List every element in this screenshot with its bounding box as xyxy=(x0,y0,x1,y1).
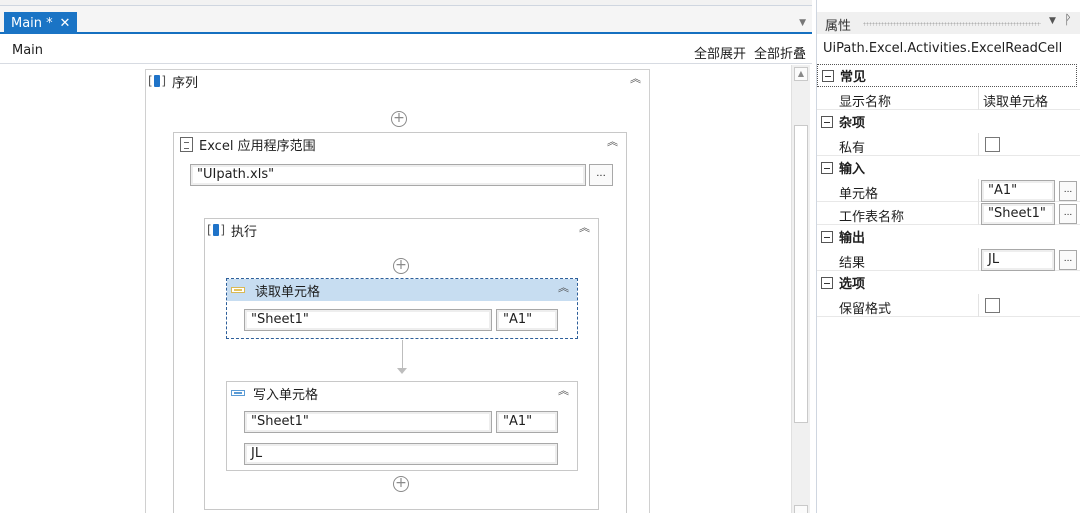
property-name: 工作表名称 xyxy=(839,210,905,225)
tab-main[interactable]: Main * ✕ xyxy=(4,12,77,34)
properties-pane: 属性 ▼ ᚹ UiPath.Excel.Activities.ExcelRead… xyxy=(816,0,1080,513)
collapse-all-button[interactable]: 全部折叠 xyxy=(754,43,806,62)
property-name: 单元格 xyxy=(839,187,879,202)
result-ellipsis-button[interactable]: ... xyxy=(1059,250,1077,270)
activity-class-name: UiPath.Excel.Activities.ExcelReadCell xyxy=(823,41,1063,56)
property-row-preserve-format: 保留格式 xyxy=(817,294,1080,317)
document-tab-bar: Main * ✕ ▼ xyxy=(0,6,812,34)
category-output-label: 输出 xyxy=(839,231,866,246)
category-output[interactable]: 输出 xyxy=(817,225,1077,248)
workbook-path-input[interactable]: "UIpath.xls" xyxy=(190,164,586,186)
collapse-icon[interactable] xyxy=(558,282,569,293)
result-property-input[interactable]: JL xyxy=(981,249,1055,271)
close-icon[interactable]: ✕ xyxy=(57,16,73,31)
scroll-down-icon[interactable] xyxy=(794,505,808,513)
category-options-label: 选项 xyxy=(839,277,866,292)
sheet-name-ellipsis-button[interactable]: ... xyxy=(1059,204,1077,224)
tab-main-label: Main * xyxy=(11,15,53,31)
read-cell-title: 读取单元格 xyxy=(255,284,321,300)
read-cell-header[interactable]: 读取单元格 xyxy=(227,279,577,301)
property-name: 保留格式 xyxy=(839,302,892,317)
excel-scope-header[interactable]: Excel 应用程序范围 xyxy=(174,133,626,155)
read-cell-activity[interactable]: 读取单元格 "Sheet1" "A1" xyxy=(226,278,578,339)
property-name: 私有 xyxy=(839,141,866,156)
sequence-title: 序列 xyxy=(172,75,199,91)
property-row-sheet-name: 工作表名称 "Sheet1" ... xyxy=(817,202,1080,225)
write-cell-title: 写入单元格 xyxy=(253,387,319,403)
collapse-icon[interactable] xyxy=(558,385,569,396)
sequence-icon: [] xyxy=(207,223,225,237)
category-options[interactable]: 选项 xyxy=(817,271,1077,294)
designer-canvas: [] 序列 + Excel 应用程序范围 "UIpath.xls" ... xyxy=(5,65,790,513)
designer-vertical-scrollbar[interactable]: ▲ xyxy=(791,65,810,513)
scroll-up-icon[interactable]: ▲ xyxy=(794,67,808,81)
collapse-icon[interactable] xyxy=(630,73,641,84)
write-cell-icon xyxy=(231,390,245,396)
excel-scope-icon xyxy=(180,136,193,152)
property-name: 结果 xyxy=(839,256,866,271)
add-activity-plus-icon[interactable]: + xyxy=(393,476,409,492)
write-cell-header[interactable]: 写入单元格 xyxy=(227,382,577,404)
browse-workbook-button[interactable]: ... xyxy=(589,164,613,186)
expand-all-button[interactable]: 全部展开 xyxy=(694,43,746,62)
execute-activity[interactable]: [] 执行 + 读取单元格 "Sheet1" xyxy=(204,218,599,510)
execute-header[interactable]: [] 执行 xyxy=(205,219,598,241)
write-cell-activity[interactable]: 写入单元格 "Sheet1" "A1" JL xyxy=(226,381,578,471)
collapse-icon[interactable] xyxy=(607,136,618,147)
write-cell-sheet-input[interactable]: "Sheet1" xyxy=(244,411,492,433)
excel-scope-title: Excel 应用程序范围 xyxy=(199,138,316,154)
read-cell-sheet-input[interactable]: "Sheet1" xyxy=(244,309,492,331)
chevron-down-icon[interactable]: ▼ xyxy=(1049,16,1056,26)
display-name-value[interactable]: 读取单元格 xyxy=(983,91,1048,110)
breadcrumb-bar: Main 全部展开 全部折叠 xyxy=(0,36,812,64)
pin-icon[interactable]: ᚹ xyxy=(1064,13,1072,28)
excel-scope-activity[interactable]: Excel 应用程序范围 "UIpath.xls" ... [] 执行 + xyxy=(173,132,627,513)
write-cell-cell-input[interactable]: "A1" xyxy=(496,411,558,433)
read-cell-icon xyxy=(231,287,245,293)
add-activity-plus-icon[interactable]: + xyxy=(393,258,409,274)
collapse-icon[interactable] xyxy=(579,222,590,233)
category-common[interactable]: 常见 xyxy=(817,64,1077,87)
collapse-category-icon[interactable] xyxy=(821,230,833,243)
read-cell-cell-input[interactable]: "A1" xyxy=(496,309,558,331)
properties-title: 属性 xyxy=(825,19,852,34)
collapse-category-icon[interactable] xyxy=(821,276,833,289)
property-grid: 常见 显示名称 读取单元格 杂项 私有 输入 单元格 "A1" ... 工作表名… xyxy=(817,64,1080,317)
drag-grip[interactable] xyxy=(863,22,1041,26)
write-cell-value-input[interactable]: JL xyxy=(244,443,558,465)
breadcrumb[interactable]: Main xyxy=(12,43,43,58)
preserve-format-checkbox[interactable] xyxy=(985,298,1000,313)
properties-titlebar: 属性 ▼ ᚹ xyxy=(817,12,1080,34)
add-activity-plus-icon[interactable]: + xyxy=(391,111,407,127)
flow-connector xyxy=(402,340,403,368)
flow-arrow-icon xyxy=(397,368,407,374)
collapse-category-icon[interactable] xyxy=(821,115,833,128)
property-row-private: 私有 xyxy=(817,133,1080,156)
cell-property-ellipsis-button[interactable]: ... xyxy=(1059,181,1077,201)
sheet-name-property-input[interactable]: "Sheet1" xyxy=(981,203,1055,225)
category-misc-label: 杂项 xyxy=(839,116,866,131)
property-row-display-name: 显示名称 读取单元格 xyxy=(817,87,1080,110)
property-row-result: 结果 JL ... xyxy=(817,248,1080,271)
category-common-label: 常见 xyxy=(840,70,867,85)
tab-list-dropdown-icon[interactable]: ▼ xyxy=(799,18,806,28)
workflow-designer-pane: Main * ✕ ▼ Main 全部展开 全部折叠 [] 序列 + Exce xyxy=(0,0,812,513)
property-row-cell: 单元格 "A1" ... xyxy=(817,179,1080,202)
category-input[interactable]: 输入 xyxy=(817,156,1077,179)
private-checkbox[interactable] xyxy=(985,137,1000,152)
property-name: 显示名称 xyxy=(839,95,892,110)
execute-title: 执行 xyxy=(231,224,258,240)
category-misc[interactable]: 杂项 xyxy=(817,110,1077,133)
scrollbar-thumb[interactable] xyxy=(794,125,808,423)
collapse-category-icon[interactable] xyxy=(821,161,833,174)
sequence-activity[interactable]: [] 序列 + Excel 应用程序范围 "UIpath.xls" ... xyxy=(145,69,650,513)
category-input-label: 输入 xyxy=(839,162,866,177)
collapse-category-icon[interactable] xyxy=(822,69,834,82)
cell-property-input[interactable]: "A1" xyxy=(981,180,1055,202)
sequence-icon: [] xyxy=(148,74,166,88)
sequence-header[interactable]: [] 序列 xyxy=(146,70,649,92)
